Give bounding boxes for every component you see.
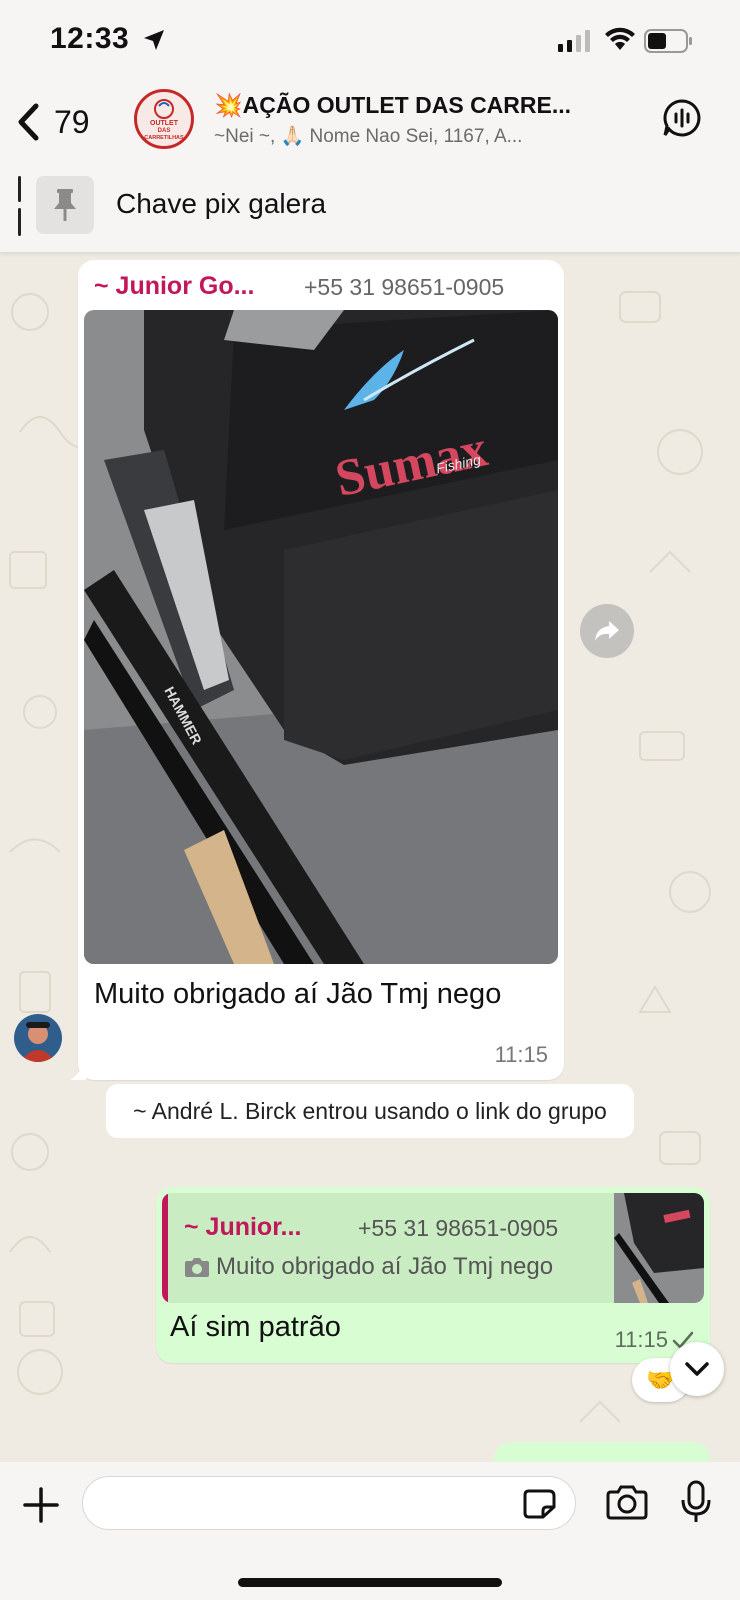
chat-area[interactable]: ~ Junior Go... +55 31 98651-0905 Sumax F… <box>0 252 740 1462</box>
avatar-text-2: DAS <box>158 128 171 134</box>
forward-button[interactable] <box>580 604 634 658</box>
reply-time-text: 11:15 <box>614 1327 668 1352</box>
group-title[interactable]: 💥AÇÃO OUTLET DAS CARRE... <box>214 92 614 119</box>
reply-text: Aí sim patrão <box>170 1311 341 1343</box>
camera-small-icon <box>185 1258 209 1277</box>
location-arrow-icon <box>144 30 164 50</box>
back-button[interactable]: 79 <box>16 94 90 150</box>
pinned-indicator <box>18 176 21 236</box>
scroll-down-button[interactable] <box>670 1342 724 1396</box>
photo-content: Sumax Fishing HAMMER <box>84 310 558 964</box>
sender-avatar[interactable] <box>14 1014 62 1062</box>
avatar-text-1: OUTLET <box>150 120 179 127</box>
sender-name[interactable]: ~ Junior Go... <box>94 272 254 301</box>
plus-icon[interactable] <box>22 1486 60 1524</box>
back-chevron-icon <box>18 103 39 141</box>
battery-icon <box>644 29 692 53</box>
quote-sender: ~ Junior... <box>184 1213 302 1241</box>
quoted-message[interactable]: ~ Junior... +55 31 98651-0905 Muito obri… <box>162 1193 704 1303</box>
unread-count: 79 <box>54 103 90 140</box>
outgoing-message[interactable]: ~ Junior... +55 31 98651-0905 Muito obri… <box>156 1187 710 1363</box>
group-avatar[interactable]: OUTLET DAS CARRETILHAS <box>134 89 194 149</box>
pinned-message-bar[interactable]: Chave pix galera <box>0 160 740 253</box>
home-indicator <box>238 1578 502 1587</box>
forward-icon <box>595 621 619 641</box>
quote-bar <box>162 1193 168 1303</box>
pin-icon <box>54 189 76 221</box>
wifi-icon <box>605 27 635 50</box>
voice-chat-icon[interactable] <box>662 98 702 138</box>
sticker-icon[interactable] <box>523 1489 557 1519</box>
avatar-text-3: CARRETILHAS <box>144 135 184 141</box>
signal-icon <box>558 30 590 52</box>
group-logo: OUTLET DAS CARRETILHAS <box>144 99 184 141</box>
quote-thumbnail <box>614 1193 704 1303</box>
quote-line: Muito obrigado aí Jão Tmj nego <box>184 1253 553 1281</box>
camera-icon[interactable] <box>606 1484 648 1520</box>
chat-header: 79 OUTLET DAS CARRETILHAS 💥AÇÃO OUTLET D… <box>0 84 740 160</box>
pinned-text: Chave pix galera <box>116 188 327 219</box>
composer-bar <box>0 1462 740 1600</box>
quote-text: Muito obrigado aí Jão Tmj nego <box>216 1253 554 1280</box>
bubble-tail <box>70 1060 86 1080</box>
message-caption: Muito obrigado aí Jão Tmj nego <box>94 978 502 1010</box>
next-message-peek <box>494 1442 710 1462</box>
message-input[interactable] <box>82 1476 576 1530</box>
status-time: 12:33 <box>50 22 130 55</box>
quote-phone: +55 31 98651-0905 <box>358 1215 559 1241</box>
sender-phone[interactable]: +55 31 98651-0905 <box>304 274 504 301</box>
message-time: 11:15 <box>494 1042 548 1067</box>
mic-icon[interactable] <box>680 1480 712 1524</box>
group-members[interactable]: ~Nei ~, 🙏🏻 Nome Nao Sei, 1167, A... <box>214 124 604 148</box>
system-message: ~ André L. Birck entrou usando o link do… <box>106 1084 634 1138</box>
incoming-message[interactable]: ~ Junior Go... +55 31 98651-0905 Sumax F… <box>78 260 564 1080</box>
status-bar: 12:33 <box>0 0 740 84</box>
chevron-down-icon <box>685 1362 709 1376</box>
pin-icon-box <box>36 176 94 234</box>
message-photo[interactable]: Sumax Fishing HAMMER <box>84 310 558 964</box>
avatar-image <box>14 1014 62 1062</box>
